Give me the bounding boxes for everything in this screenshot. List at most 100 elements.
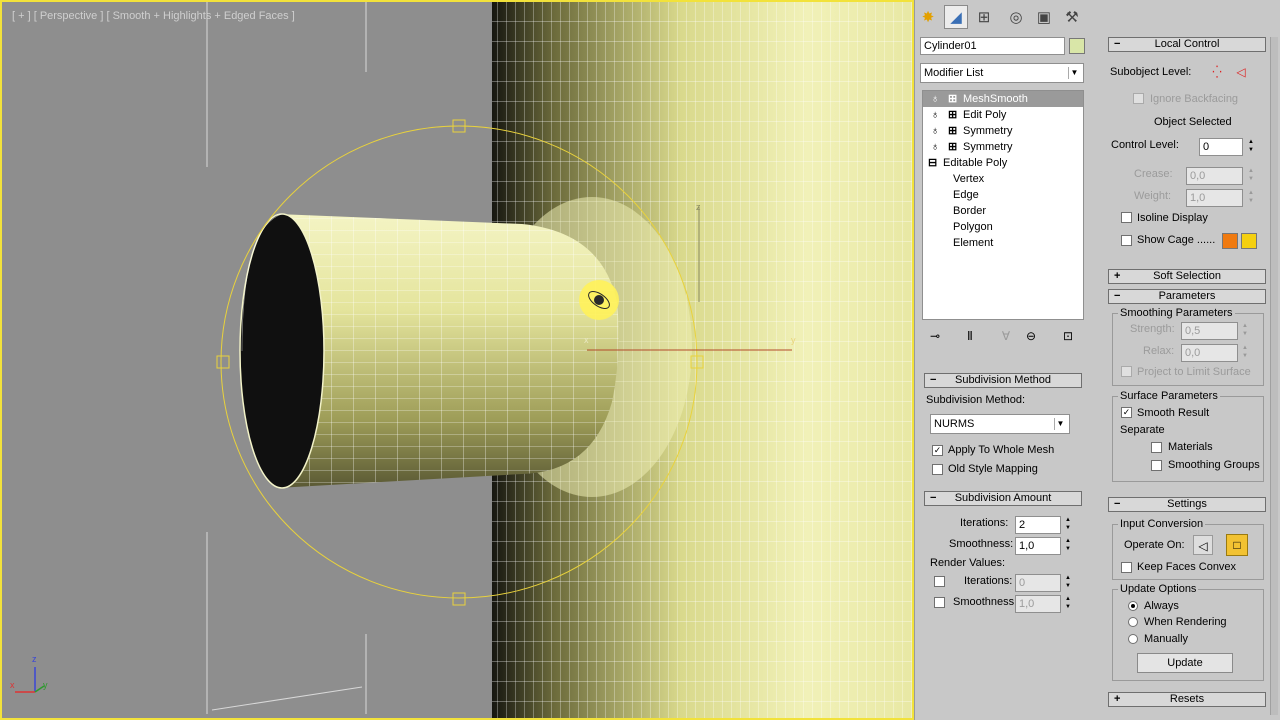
subdivision-amount-header[interactable]: − Subdivision Amount: [924, 491, 1082, 506]
rollout-title: Subdivision Amount: [954, 492, 1052, 504]
render-smoothness-input[interactable]: 1,0: [1015, 595, 1061, 613]
make-unique-icon[interactable]: ∀: [996, 326, 1016, 346]
cage-color-swatch-2[interactable]: [1241, 233, 1257, 249]
old-style-mapping-checkbox[interactable]: [932, 464, 943, 475]
lightbulb-icon[interactable]: ♁: [931, 139, 939, 155]
vertex-level-icon[interactable]: ⁛: [1207, 62, 1227, 82]
weight-input[interactable]: 1,0: [1186, 189, 1243, 207]
render-smoothness-spinner[interactable]: ▲ ▼: [1063, 595, 1073, 613]
operate-on-triangles-icon[interactable]: ◁: [1193, 535, 1213, 555]
hierarchy-icon: ⊞: [977, 9, 991, 26]
lightbulb-icon[interactable]: ♁: [931, 107, 939, 123]
triad-y-label: y: [43, 680, 48, 690]
stack-subitem-vertex[interactable]: Vertex: [923, 171, 1083, 187]
modify-tab[interactable]: ◢: [944, 5, 968, 29]
weight-spinner[interactable]: ▲ ▼: [1246, 189, 1256, 207]
stack-subitem-element[interactable]: Element: [923, 235, 1083, 251]
stack-subitem-label: Polygon: [953, 221, 993, 233]
iterations-spinner[interactable]: ▲ ▼: [1063, 516, 1073, 534]
stack-item-symmetry[interactable]: ♁ ⊞ Symmetry: [923, 139, 1083, 155]
stack-item-meshsmooth[interactable]: ♁ ⊞ MeshSmooth: [923, 91, 1083, 107]
lightbulb-icon[interactable]: ♁: [931, 123, 939, 139]
project-limit-checkbox[interactable]: [1121, 366, 1132, 377]
create-tab[interactable]: ✸: [916, 5, 940, 29]
resets-header[interactable]: + Resets: [1108, 692, 1266, 707]
strength-spinner[interactable]: ▲ ▼: [1240, 322, 1250, 340]
display-icon: ▣: [1036, 9, 1052, 26]
relax-spinner[interactable]: ▲ ▼: [1240, 344, 1250, 362]
smoothness-spinner[interactable]: ▲ ▼: [1063, 537, 1073, 555]
subdivision-method-select[interactable]: NURMS ▼: [930, 414, 1070, 434]
keep-faces-convex-checkbox[interactable]: [1121, 562, 1132, 573]
show-end-result-icon[interactable]: Ⅱ: [960, 326, 980, 346]
stack-subitem-edge[interactable]: Edge: [923, 187, 1083, 203]
expand-icon[interactable]: ⊞: [948, 139, 957, 155]
stack-item-edit-poly[interactable]: ♁ ⊞ Edit Poly: [923, 107, 1083, 123]
local-control-header[interactable]: − Local Control: [1108, 37, 1266, 52]
when-rendering-radio[interactable]: [1128, 617, 1138, 627]
smooth-result-checkbox[interactable]: ✓: [1121, 407, 1132, 418]
apply-whole-mesh-checkbox[interactable]: ✓: [932, 445, 943, 456]
update-button[interactable]: Update: [1137, 653, 1233, 673]
materials-checkbox[interactable]: [1151, 442, 1162, 453]
stack-item-symmetry[interactable]: ♁ ⊞ Symmetry: [923, 123, 1083, 139]
old-style-mapping-label: Old Style Mapping: [948, 463, 1038, 475]
cage-color-swatch-1[interactable]: [1222, 233, 1238, 249]
modifier-stack[interactable]: ♁ ⊞ MeshSmooth ♁ ⊞ Edit Poly ♁ ⊞ Symmetr…: [922, 90, 1084, 320]
relax-input[interactable]: 0,0: [1181, 344, 1238, 362]
edge-level-icon[interactable]: ◁: [1231, 62, 1251, 82]
modify-icon: ◢: [950, 9, 962, 26]
smoothing-groups-checkbox[interactable]: [1151, 460, 1162, 471]
pin-stack-icon[interactable]: ⊸: [925, 326, 945, 346]
expand-icon[interactable]: ⊞: [948, 107, 957, 123]
smoothness-input[interactable]: 1,0: [1015, 537, 1061, 555]
smooth-result-label: Smooth Result: [1137, 407, 1210, 419]
isoline-display-checkbox[interactable]: [1121, 212, 1132, 223]
show-cage-checkbox[interactable]: [1121, 235, 1132, 246]
stack-subitem-polygon[interactable]: Polygon: [923, 219, 1083, 235]
render-iterations-spinner[interactable]: ▲ ▼: [1063, 574, 1073, 592]
collapse-icon[interactable]: ⊟: [928, 155, 937, 171]
stack-item-label: Edit Poly: [963, 109, 1007, 121]
render-smoothness-checkbox[interactable]: [934, 597, 945, 608]
lightbulb-icon[interactable]: ♁: [931, 91, 939, 107]
subdivision-method-header[interactable]: − Subdivision Method: [924, 373, 1082, 388]
ignore-backfacing-checkbox[interactable]: [1133, 93, 1144, 104]
crease-input[interactable]: 0,0: [1186, 167, 1243, 185]
update-options-label: Update Options: [1118, 583, 1199, 595]
configure-sets-icon[interactable]: ⊡: [1058, 326, 1078, 346]
control-level-input[interactable]: 0: [1199, 138, 1243, 156]
object-color-swatch[interactable]: [1069, 38, 1085, 54]
rollout-title: Local Control: [1154, 38, 1220, 50]
stack-subitem-border[interactable]: Border: [923, 203, 1083, 219]
remove-modifier-icon[interactable]: ⊖: [1021, 326, 1041, 346]
soft-selection-header[interactable]: + Soft Selection: [1108, 269, 1266, 284]
utilities-tab[interactable]: ⚒: [1060, 5, 1084, 29]
render-iterations-checkbox[interactable]: [934, 576, 945, 587]
surface-parameters-label: Surface Parameters: [1118, 390, 1220, 402]
operate-on-polygons-icon[interactable]: □: [1226, 534, 1248, 556]
modifier-list-dropdown[interactable]: Modifier List ▼: [920, 63, 1084, 83]
modifier-list-label: Modifier List: [924, 67, 984, 79]
rollout-title: Soft Selection: [1153, 270, 1221, 282]
control-level-spinner[interactable]: ▲ ▼: [1246, 138, 1256, 156]
stack-item-editable-poly[interactable]: ⊟ Editable Poly: [923, 155, 1083, 171]
always-radio[interactable]: [1128, 601, 1138, 611]
expand-icon[interactable]: ⊞: [948, 123, 957, 139]
expand-icon[interactable]: ⊞: [948, 91, 957, 107]
settings-header[interactable]: − Settings: [1108, 497, 1266, 512]
manually-radio[interactable]: [1128, 634, 1138, 644]
crease-spinner[interactable]: ▲ ▼: [1246, 167, 1256, 185]
object-name-field[interactable]: Cylinder01: [920, 37, 1065, 55]
parameters-header[interactable]: − Parameters: [1108, 289, 1266, 304]
panel-scrollbar[interactable]: [1270, 37, 1278, 715]
perspective-viewport[interactable]: [ + ] [ Perspective ] [ Smooth + Highlig…: [0, 0, 914, 720]
motion-tab[interactable]: ◎: [1004, 5, 1028, 29]
stack-subitem-label: Border: [953, 205, 987, 217]
display-tab[interactable]: ▣: [1032, 5, 1056, 29]
strength-input[interactable]: 0,5: [1181, 322, 1238, 340]
iterations-input[interactable]: 2: [1015, 516, 1061, 534]
hierarchy-tab[interactable]: ⊞: [972, 5, 996, 29]
render-iterations-input[interactable]: 0: [1015, 574, 1061, 592]
viewport-label[interactable]: [ + ] [ Perspective ] [ Smooth + Highlig…: [12, 10, 295, 22]
